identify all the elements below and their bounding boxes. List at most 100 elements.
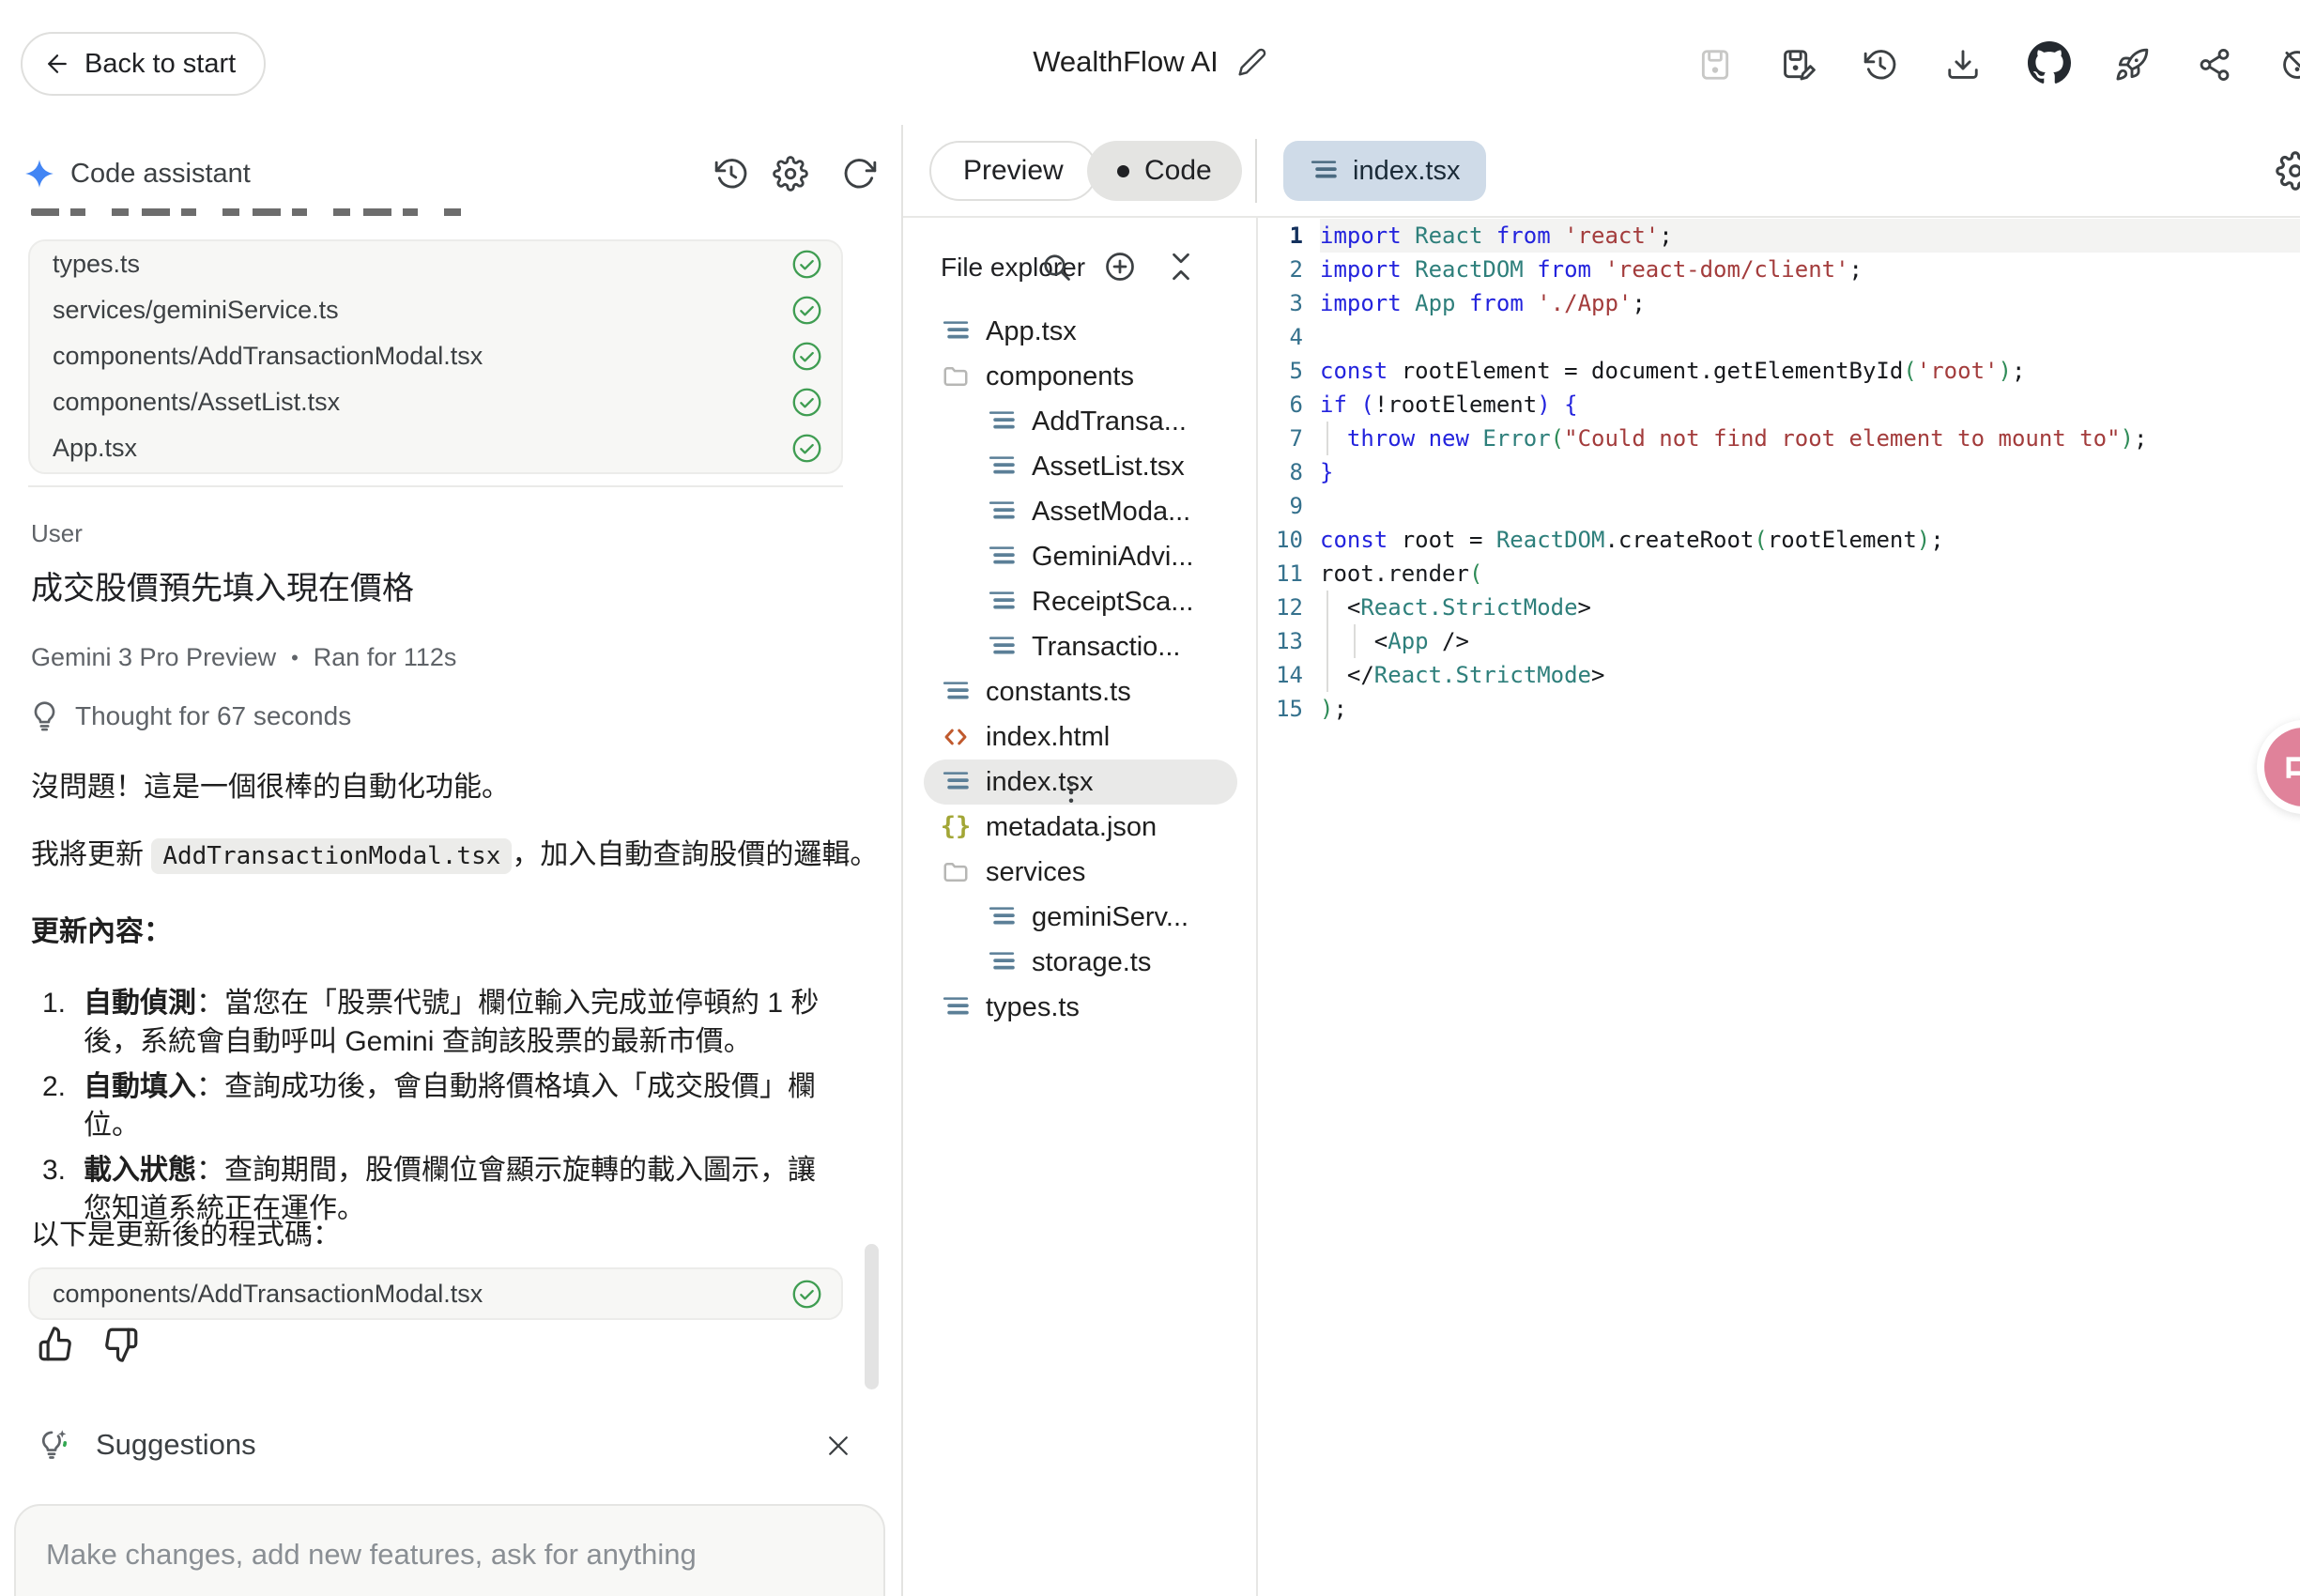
open-file-name: index.tsx bbox=[1353, 156, 1460, 187]
code-tab-button[interactable]: Code bbox=[1087, 141, 1242, 201]
editor-line[interactable]: 10const root = ReactDOM.createRoot(rootE… bbox=[1260, 523, 2300, 557]
thought-summary[interactable]: Thought for 67 seconds bbox=[28, 699, 351, 732]
file-tree-item-app-tsx[interactable]: App.tsx bbox=[903, 309, 1258, 354]
line-code: <React.StrictMode> bbox=[1320, 591, 2300, 624]
folder-icon bbox=[942, 858, 970, 886]
add-file-icon[interactable] bbox=[1103, 250, 1137, 284]
github-icon[interactable] bbox=[2028, 41, 2071, 84]
editor-line[interactable]: 4 bbox=[1260, 320, 2300, 354]
editor-line[interactable]: 14 </React.StrictMode> bbox=[1260, 658, 2300, 692]
translate-glyph: 中 bbox=[2264, 728, 2300, 806]
check-circle-icon bbox=[791, 387, 822, 418]
chat-scrollbar[interactable] bbox=[865, 1244, 879, 1389]
line-code: } bbox=[1320, 455, 2300, 489]
file-tree-item-constants-ts[interactable]: constants.ts bbox=[903, 669, 1258, 714]
editor-line[interactable]: 7 throw new Error("Could not find root e… bbox=[1260, 422, 2300, 455]
preview-tab-button[interactable]: Preview bbox=[929, 141, 1097, 201]
editor-settings-icon[interactable] bbox=[2276, 151, 2300, 191]
divider bbox=[28, 485, 843, 487]
assistant-paragraph-intro: 沒問題！這是一個很棒的自動化功能。 bbox=[31, 769, 510, 806]
editor-line[interactable]: 11root.render( bbox=[1260, 557, 2300, 591]
file-tree-item-receiptsca-[interactable]: ReceiptSca... bbox=[903, 579, 1258, 624]
updated-file-row[interactable]: App.tsx bbox=[30, 425, 841, 471]
share-icon[interactable] bbox=[2197, 47, 2232, 83]
translate-floating-button[interactable]: 中 bbox=[2257, 720, 2300, 814]
editor-line[interactable]: 3import App from './App'; bbox=[1260, 286, 2300, 320]
list-text: 自動偵測：當您在「股票代號」欄位輸入完成並停頓約 1 秒後，系統會自動呼叫 Ge… bbox=[84, 984, 831, 1061]
download-icon[interactable] bbox=[1945, 47, 1981, 83]
file-tree-item-services[interactable]: services bbox=[903, 850, 1258, 895]
editor-line[interactable]: 6if (!rootElement) { bbox=[1260, 388, 2300, 422]
file-tree-item-assetmoda-[interactable]: AssetModa... bbox=[903, 489, 1258, 534]
file-lines-icon bbox=[988, 453, 1016, 481]
file-tree-label: ReceiptSca... bbox=[1032, 587, 1193, 618]
history-icon[interactable] bbox=[1863, 47, 1898, 83]
rocket-icon[interactable] bbox=[2114, 47, 2150, 83]
result-file-chip[interactable]: components/AddTransactionModal.tsx bbox=[28, 1267, 843, 1320]
code-brackets-icon bbox=[942, 723, 970, 751]
editor-line[interactable]: 2import ReactDOM from 'react-dom/client'… bbox=[1260, 253, 2300, 286]
file-tree-item-storage-ts[interactable]: storage.ts bbox=[903, 940, 1258, 985]
file-tree-item-addtransa-[interactable]: AddTransa... bbox=[903, 399, 1258, 444]
workspace-toolbar: Preview Code index.tsx bbox=[903, 125, 2300, 218]
updated-file-row[interactable]: components/AddTransactionModal.tsx bbox=[30, 333, 841, 379]
edit-title-icon[interactable] bbox=[1237, 47, 1267, 77]
updated-file-name: App.tsx bbox=[53, 434, 137, 463]
file-lines-icon bbox=[988, 588, 1016, 616]
file-options-kebab-icon[interactable] bbox=[1057, 778, 1085, 806]
file-tree-item-geminiserv-[interactable]: geminiServ... bbox=[903, 895, 1258, 940]
collapse-all-icon[interactable] bbox=[1164, 250, 1198, 284]
topbar-actions bbox=[1697, 45, 2300, 84]
file-tree-label: AddTransa... bbox=[1032, 407, 1187, 437]
file-tree-item-transactio-[interactable]: Transactio... bbox=[903, 624, 1258, 669]
chat-history-icon[interactable] bbox=[713, 156, 749, 192]
check-circle-icon bbox=[791, 341, 822, 372]
updated-files-card: types.tsservices/geminiService.ts compone… bbox=[28, 239, 843, 474]
assistant-settings-icon[interactable] bbox=[773, 156, 808, 192]
changes-list: 1.自動偵測：當您在「股票代號」欄位輸入完成並停頓約 1 秒後，系統會自動呼叫 … bbox=[42, 984, 831, 1235]
updated-file-name: components/AddTransactionModal.tsx bbox=[53, 342, 483, 371]
save-edit-icon[interactable] bbox=[1780, 47, 1816, 83]
editor-line[interactable]: 8} bbox=[1260, 455, 2300, 489]
clipped-text-remnant bbox=[31, 208, 474, 216]
line-number: 12 bbox=[1260, 591, 1303, 624]
file-tree-item-types-ts[interactable]: types.ts bbox=[903, 985, 1258, 1030]
close-suggestions-icon[interactable] bbox=[824, 1432, 852, 1460]
editor-line[interactable]: 9 bbox=[1260, 489, 2300, 523]
file-tree-item-index-html[interactable]: index.html bbox=[903, 714, 1258, 760]
code-editor[interactable]: 1import React from 'react';2import React… bbox=[1260, 219, 2300, 726]
file-tree-item-geminiadvi-[interactable]: GeminiAdvi... bbox=[903, 534, 1258, 579]
search-icon[interactable] bbox=[1039, 250, 1073, 284]
thumbs-up-icon[interactable] bbox=[36, 1325, 75, 1364]
back-to-start-button[interactable]: Back to start bbox=[21, 32, 266, 96]
lightbulb-icon bbox=[28, 699, 61, 732]
visibility-off-icon[interactable] bbox=[2279, 47, 2300, 83]
file-tree-label: types.ts bbox=[986, 992, 1080, 1023]
chat-input-placeholder: Make changes, add new features, ask for … bbox=[46, 1538, 697, 1572]
open-file-tab[interactable]: index.tsx bbox=[1283, 141, 1486, 201]
line-code: const root = ReactDOM.createRoot(rootEle… bbox=[1320, 523, 2300, 557]
file-tree-item-assetlist-tsx[interactable]: AssetList.tsx bbox=[903, 444, 1258, 489]
updated-file-row[interactable]: services/geminiService.ts bbox=[30, 287, 841, 333]
preview-label: Preview bbox=[963, 155, 1064, 187]
line-code: throw new Error("Could not find root ele… bbox=[1320, 422, 2300, 455]
editor-line[interactable]: 5const rootElement = document.getElement… bbox=[1260, 354, 2300, 388]
updated-file-row[interactable]: components/AssetList.tsx bbox=[30, 379, 841, 425]
file-lines-icon bbox=[988, 903, 1016, 931]
file-tree-item-components[interactable]: components bbox=[903, 354, 1258, 399]
code-below-label: 以下是更新後的程式碼： bbox=[31, 1217, 341, 1254]
chat-input[interactable]: Make changes, add new features, ask for … bbox=[14, 1504, 885, 1596]
line-code bbox=[1320, 489, 2300, 523]
file-lines-icon bbox=[988, 498, 1016, 526]
editor-line[interactable]: 15); bbox=[1260, 692, 2300, 726]
updated-file-row[interactable]: types.ts bbox=[30, 241, 841, 287]
file-tree-item-metadata-json[interactable]: {}metadata.json bbox=[903, 805, 1258, 850]
editor-line[interactable]: 12 <React.StrictMode> bbox=[1260, 591, 2300, 624]
assistant-refresh-icon[interactable] bbox=[842, 156, 878, 192]
editor-line[interactable]: 1import React from 'react'; bbox=[1260, 219, 2300, 253]
file-tree-item-index-tsx[interactable]: index.tsx bbox=[903, 760, 1258, 805]
check-circle-icon bbox=[791, 295, 822, 326]
editor-line[interactable]: 13 <App /> bbox=[1260, 624, 2300, 658]
indent-guide bbox=[1326, 624, 1328, 658]
thumbs-down-icon[interactable] bbox=[101, 1325, 141, 1364]
